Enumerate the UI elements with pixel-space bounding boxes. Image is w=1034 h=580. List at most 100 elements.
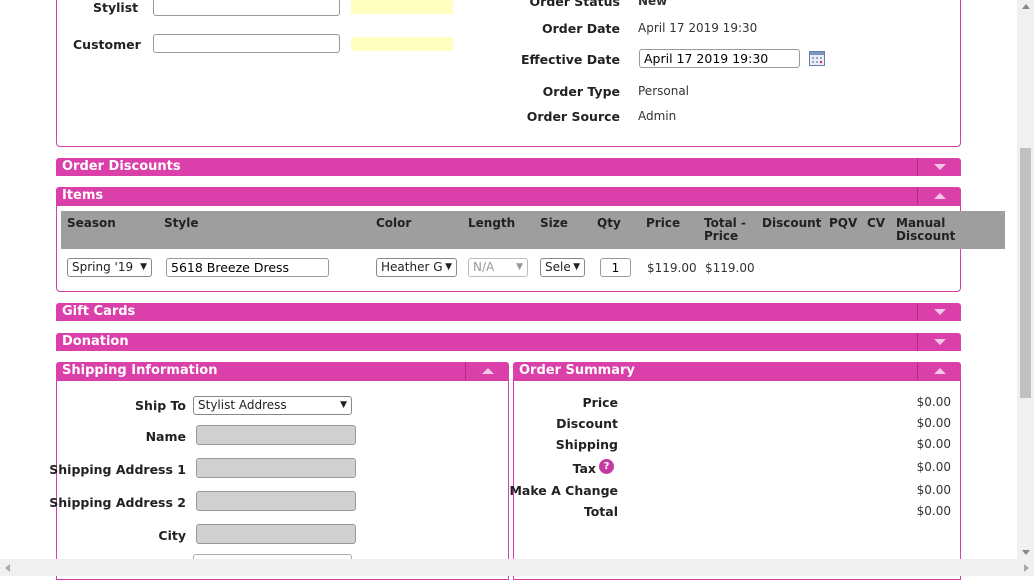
address1-label: Shipping Address 1 (49, 462, 186, 477)
order-status-value: New (638, 0, 668, 8)
customer-input[interactable] (153, 34, 340, 53)
item-price: $119.00 (647, 261, 697, 275)
city-field[interactable] (196, 524, 356, 544)
ship-to-label: Ship To (135, 398, 186, 413)
address2-field[interactable] (196, 491, 356, 511)
order-type-value: Personal (638, 84, 690, 98)
color-select-value: Heather G (381, 260, 443, 274)
expand-toggle[interactable] (917, 303, 961, 321)
items-header[interactable]: Items (56, 187, 961, 205)
summary-shipping-label: Shipping (555, 437, 618, 452)
col-season: Season (67, 216, 116, 230)
chevron-up-icon (933, 193, 946, 199)
customer-label: Customer (73, 37, 141, 52)
collapse-toggle[interactable] (465, 362, 509, 380)
donation-header[interactable]: Donation (56, 333, 961, 351)
chevron-up-icon (481, 368, 494, 374)
qty-input[interactable] (600, 258, 631, 277)
collapse-toggle[interactable] (917, 362, 961, 380)
dropdown-arrow-icon: ▼ (444, 259, 452, 276)
dropdown-arrow-icon: ▼ (340, 400, 347, 410)
col-length: Length (468, 216, 516, 230)
scroll-right-arrow-icon[interactable] (1024, 564, 1029, 572)
horizontal-scrollbar[interactable] (0, 559, 1034, 576)
summary-discount-label: Discount (556, 416, 618, 431)
shipping-title: Shipping Information (62, 363, 218, 378)
summary-change-value: $0.00 (916, 483, 951, 497)
expand-toggle[interactable] (917, 158, 961, 176)
summary-change-label: Make A Change (509, 483, 618, 498)
length-select-value: N/A (473, 260, 495, 274)
items-table-header: Season Style Color Length Size Qty Price… (61, 211, 1005, 249)
scroll-down-arrow-icon[interactable] (1022, 550, 1030, 555)
order-discounts-title: Order Discounts (62, 159, 181, 174)
collapse-toggle[interactable] (917, 187, 961, 205)
donation-title: Donation (62, 334, 129, 349)
gift-cards-title: Gift Cards (62, 304, 136, 319)
summary-shipping-value: $0.00 (916, 437, 951, 451)
chevron-up-icon (933, 368, 946, 374)
col-discount: Discount (762, 216, 822, 230)
col-color: Color (376, 216, 412, 230)
dropdown-arrow-icon: ▼ (516, 262, 523, 272)
stylist-input[interactable] (153, 0, 340, 16)
scroll-thumb[interactable] (1020, 148, 1031, 398)
order-summary-panel (513, 380, 961, 580)
order-summary-header[interactable]: Order Summary (513, 362, 961, 380)
help-icon[interactable]: ? (599, 459, 614, 474)
order-date-value: April 17 2019 19:30 (638, 21, 758, 35)
ship-to-select[interactable]: Stylist Address ▼ (193, 396, 352, 415)
color-select[interactable]: Heather G ▼ (376, 258, 457, 277)
season-select[interactable]: Spring '19 ▼ (67, 258, 152, 277)
summary-tax-value: $0.00 (916, 460, 951, 474)
items-title: Items (62, 188, 104, 203)
shipping-header[interactable]: Shipping Information (56, 362, 509, 380)
effective-date-input[interactable] (639, 49, 800, 68)
summary-total-label: Total (583, 504, 618, 519)
order-source-value: Admin (638, 109, 677, 123)
order-summary-title: Order Summary (519, 363, 635, 378)
name-label: Name (145, 429, 186, 444)
summary-price-label: Price (582, 395, 619, 410)
stylist-info-box (351, 0, 453, 14)
expand-toggle[interactable] (917, 333, 961, 351)
vertical-scrollbar[interactable] (1017, 0, 1034, 559)
summary-tax-label: Tax (572, 461, 596, 476)
order-source-label: Order Source (526, 109, 620, 124)
effective-date-label: Effective Date (520, 52, 620, 67)
season-select-value: Spring '19 (72, 260, 134, 274)
size-select[interactable]: Sele ▼ (540, 258, 585, 277)
calendar-icon[interactable] (809, 51, 825, 66)
length-select[interactable]: N/A ▼ (468, 258, 528, 277)
order-discounts-header[interactable]: Order Discounts (56, 158, 961, 176)
address2-label: Shipping Address 2 (49, 495, 186, 510)
col-pqv: PQV (829, 216, 858, 230)
dropdown-arrow-icon: ▼ (140, 262, 147, 272)
summary-total-value: $0.00 (916, 504, 951, 518)
col-cv: CV (867, 216, 886, 230)
col-qty: Qty (597, 216, 621, 230)
city-label: City (158, 528, 186, 543)
customer-info-box (351, 37, 453, 51)
order-type-label: Order Type (542, 84, 620, 99)
col-price: Price (646, 216, 681, 230)
size-select-value: Sele (545, 260, 571, 274)
ship-to-select-value: Stylist Address (198, 398, 287, 412)
summary-price-value: $0.00 (916, 395, 951, 409)
col-style: Style (164, 216, 199, 230)
stylist-label: Stylist (93, 0, 139, 15)
item-total: $119.00 (705, 261, 755, 275)
chevron-down-icon (933, 164, 946, 170)
scroll-up-arrow-icon[interactable] (1022, 4, 1030, 9)
scroll-left-arrow-icon[interactable] (5, 564, 10, 572)
name-field[interactable] (196, 425, 356, 445)
dropdown-arrow-icon: ▼ (572, 259, 580, 276)
col-size: Size (540, 216, 568, 230)
order-date-label: Order Date (542, 21, 620, 36)
chevron-down-icon (933, 309, 946, 315)
col-manual-discount: Manual Discount (896, 216, 956, 243)
style-input[interactable] (166, 258, 329, 277)
gift-cards-header[interactable]: Gift Cards (56, 303, 961, 321)
address1-field[interactable] (196, 458, 356, 478)
summary-discount-value: $0.00 (916, 416, 951, 430)
